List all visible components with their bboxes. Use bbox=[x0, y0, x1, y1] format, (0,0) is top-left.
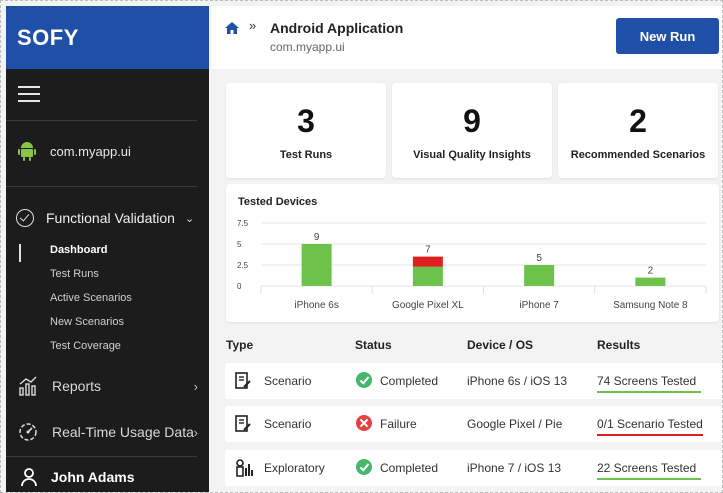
active-indicator bbox=[19, 244, 21, 262]
scenario-icon bbox=[235, 415, 251, 433]
divider bbox=[6, 456, 197, 457]
x-category-label: iPhone 6s bbox=[294, 300, 338, 311]
realtime-label: Real-Time Usage Data bbox=[52, 424, 194, 440]
x-category-label: Samsung Note 8 bbox=[613, 300, 688, 311]
breadcrumb-separator: » bbox=[249, 18, 257, 33]
result-underline bbox=[597, 478, 701, 480]
row-type: Scenario bbox=[264, 374, 312, 388]
app-frame: SOFY com.myapp.ui Functional Validation … bbox=[0, 0, 723, 493]
column-header-type: Type bbox=[226, 338, 254, 352]
divider bbox=[6, 120, 197, 121]
hamburger-menu-icon[interactable] bbox=[18, 86, 40, 102]
chevron-down-icon: ⌄ bbox=[184, 212, 195, 225]
bar-pass bbox=[301, 244, 332, 286]
sidebar-app-item[interactable]: com.myapp.ui bbox=[18, 141, 131, 161]
reports-icon bbox=[18, 376, 38, 396]
sidebar-item-reports[interactable]: Reports › bbox=[18, 376, 198, 396]
page-subtitle: com.myapp.ui bbox=[270, 40, 345, 54]
divider bbox=[6, 186, 197, 187]
sidebar-item-new-scenarios[interactable]: New Scenarios bbox=[50, 316, 124, 328]
row-status: Completed bbox=[380, 374, 439, 388]
user-icon bbox=[19, 467, 39, 487]
sidebar-app-label: com.myapp.ui bbox=[50, 143, 131, 159]
exploratory-icon bbox=[235, 459, 253, 477]
x-circle-icon bbox=[356, 415, 372, 431]
gauge-icon bbox=[18, 422, 38, 442]
sidebar-item-active-scenarios[interactable]: Active Scenarios bbox=[50, 292, 132, 304]
sidebar-item-test-runs[interactable]: Test Runs bbox=[50, 268, 99, 280]
android-icon bbox=[18, 141, 36, 161]
page-title: Android Application bbox=[270, 20, 404, 36]
table-row[interactable]: Scenario Failure Google Pixel / Pie 0/1 … bbox=[225, 406, 722, 442]
page-header: » Android Application com.myapp.ui New R… bbox=[211, 6, 722, 69]
stat-card-test-runs[interactable]: 3 Test Runs bbox=[226, 83, 386, 178]
bar-value-label: 9 bbox=[314, 232, 320, 243]
user-profile[interactable]: John Adams bbox=[19, 467, 135, 487]
y-tick-label: 0 bbox=[237, 282, 242, 291]
tested-devices-chart: 7.5 5 2.5 0 9 iPhone 6s 7 Google Pixel XL 5 iPhon… bbox=[237, 219, 707, 311]
stat-label: Visual Quality Insights bbox=[413, 149, 531, 161]
row-status: Completed bbox=[380, 461, 439, 475]
sidebar-functional-validation[interactable]: Functional Validation ⌄ bbox=[16, 209, 194, 227]
stat-value: 9 bbox=[463, 103, 481, 139]
column-header-results: Results bbox=[597, 338, 641, 352]
stat-label: Test Runs bbox=[279, 149, 333, 161]
bar-value-label: 7 bbox=[425, 245, 431, 256]
row-results-link[interactable]: 74 Screens Tested bbox=[597, 374, 696, 388]
stat-label: Recommended Scenarios bbox=[570, 149, 706, 161]
result-underline bbox=[597, 391, 701, 393]
user-name: John Adams bbox=[51, 469, 135, 485]
row-type: Scenario bbox=[264, 417, 312, 431]
reports-label: Reports bbox=[52, 378, 102, 394]
check-circle-icon bbox=[356, 459, 372, 475]
tested-devices-card: Tested Devices 7.5 5 2.5 0 9 iPhone 6s 7 Google… bbox=[226, 184, 719, 322]
check-circle-icon bbox=[356, 372, 372, 388]
stat-value: 2 bbox=[629, 103, 647, 139]
row-status: Failure bbox=[380, 417, 417, 431]
result-underline bbox=[597, 434, 703, 436]
home-icon[interactable] bbox=[225, 21, 239, 34]
bar-value-label: 2 bbox=[648, 266, 654, 277]
stat-value: 3 bbox=[297, 103, 315, 139]
y-tick-label: 7.5 bbox=[237, 219, 249, 228]
check-circle-icon bbox=[16, 209, 34, 227]
table-row[interactable]: Scenario Completed iPhone 6s / iOS 13 74… bbox=[225, 363, 722, 399]
bar-pass bbox=[412, 266, 443, 286]
bar-pass bbox=[524, 265, 555, 286]
row-type: Exploratory bbox=[264, 461, 325, 475]
bar-fail bbox=[412, 256, 443, 267]
stat-card-recommended-scenarios[interactable]: 2 Recommended Scenarios bbox=[558, 83, 718, 178]
sidebar-item-dashboard[interactable]: Dashboard bbox=[50, 244, 107, 256]
row-device: Google Pixel / Pie bbox=[467, 417, 563, 431]
column-header-status: Status bbox=[355, 338, 392, 352]
bar-pass bbox=[635, 277, 666, 286]
sidebar-item-test-coverage[interactable]: Test Coverage bbox=[50, 340, 121, 352]
sidebar-item-realtime[interactable]: Real-Time Usage Data › bbox=[18, 422, 198, 442]
row-device: iPhone 6s / iOS 13 bbox=[467, 374, 568, 388]
y-tick-label: 2.5 bbox=[237, 261, 249, 270]
row-results-link[interactable]: 0/1 Scenario Tested bbox=[597, 417, 703, 431]
bar-value-label: 5 bbox=[536, 253, 542, 264]
y-tick-label: 5 bbox=[237, 240, 242, 249]
x-category-label: Google Pixel XL bbox=[392, 300, 464, 311]
new-run-button[interactable]: New Run bbox=[616, 18, 719, 54]
stat-card-visual-insights[interactable]: 9 Visual Quality Insights bbox=[392, 83, 552, 178]
section-label: Functional Validation bbox=[46, 210, 175, 226]
table-row[interactable]: Exploratory Completed iPhone 7 / iOS 13 … bbox=[225, 450, 722, 486]
row-device: iPhone 7 / iOS 13 bbox=[467, 461, 562, 475]
row-results-link[interactable]: 22 Screens Tested bbox=[597, 461, 696, 475]
chevron-right-icon: › bbox=[193, 424, 198, 440]
x-category-label: iPhone 7 bbox=[519, 300, 559, 311]
scenario-icon bbox=[235, 372, 251, 390]
chevron-right-icon: › bbox=[193, 378, 198, 394]
sidebar: SOFY com.myapp.ui Functional Validation … bbox=[6, 6, 209, 492]
brand-logo[interactable]: SOFY bbox=[6, 6, 209, 69]
column-header-device: Device / OS bbox=[467, 338, 534, 352]
